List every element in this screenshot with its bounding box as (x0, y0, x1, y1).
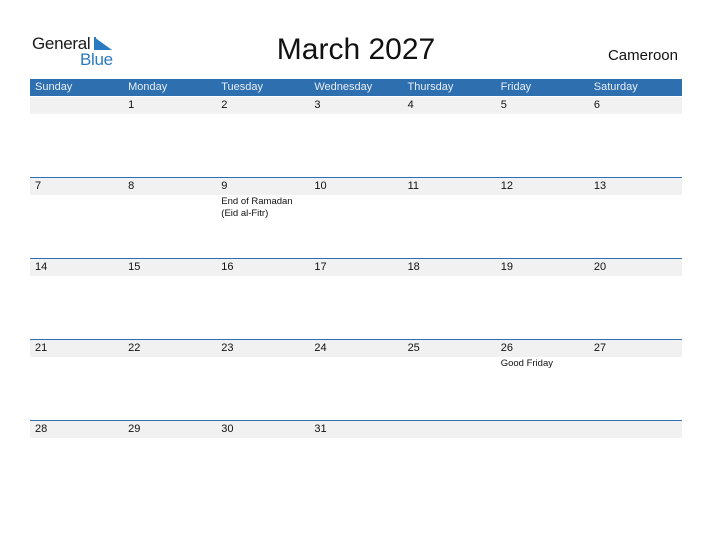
day-cell: 17 (309, 259, 402, 340)
weekday-tuesday: Tuesday (221, 81, 264, 93)
day-number: 17 (314, 261, 327, 273)
holiday-label: Good Friday (500, 358, 553, 369)
day-cell: 3 (309, 97, 402, 178)
weekday-friday: Friday (500, 81, 532, 93)
day-number: 7 (35, 180, 42, 192)
day-cell: 20 (589, 259, 682, 340)
day-cell: 24 (309, 340, 402, 421)
day-number: 9 (221, 180, 228, 192)
day-cell: 22 (123, 340, 216, 421)
week-row: 21 22 23 24 25 26 Good Friday 27 (30, 339, 682, 421)
day-cell: 15 (123, 259, 216, 340)
day-number: 29 (128, 423, 141, 435)
day-number: 6 (593, 99, 600, 111)
weekday-wednesday: Wednesday (314, 81, 373, 93)
day-number: 14 (35, 261, 48, 273)
day-number: 25 (407, 342, 420, 354)
day-cell: 11 (403, 178, 496, 259)
day-number: 5 (500, 99, 507, 111)
weekday-thursday: Thursday (407, 81, 454, 93)
day-number: 3 (314, 99, 321, 111)
day-cell: 5 (496, 97, 589, 178)
day-number: 23 (221, 342, 234, 354)
day-number: 4 (407, 99, 414, 111)
day-cell: 28 (30, 421, 123, 502)
day-cell: 18 (403, 259, 496, 340)
week-row: 7 8 9 End of Ramadan (Eid al-Fitr) 10 11 12 13 (30, 177, 682, 259)
weekday-sunday: Sunday (35, 81, 73, 93)
day-cell: 6 (589, 97, 682, 178)
day-cell (589, 421, 682, 502)
day-number: 11 (407, 180, 419, 192)
day-cell: 29 (123, 421, 216, 502)
day-number: 22 (128, 342, 141, 354)
day-number: 20 (593, 261, 607, 273)
day-cell: 4 (403, 97, 496, 178)
day-cell: 31 (309, 421, 402, 502)
weekday-header: Sunday Monday Tuesday Wednesday Thursday… (30, 79, 682, 96)
day-cell: 21 (30, 340, 123, 421)
day-number: 1 (128, 99, 135, 111)
country-label: Cameroon (607, 47, 678, 64)
day-cell: 25 (403, 340, 496, 421)
day-number: 16 (221, 261, 234, 273)
day-cell: 27 (589, 340, 682, 421)
day-cell: 23 (216, 340, 309, 421)
day-cell: 19 (496, 259, 589, 340)
day-cell: 10 (309, 178, 402, 259)
day-cell: 26 Good Friday (496, 340, 589, 421)
day-cell: 30 (216, 421, 309, 502)
day-number: 12 (500, 180, 513, 192)
day-number: 26 (500, 342, 513, 354)
week-row: 1 2 3 4 5 6 (30, 97, 682, 178)
day-number: 2 (221, 99, 228, 111)
day-cell: 8 (123, 178, 216, 259)
day-cell: 12 (496, 178, 589, 259)
day-number: 19 (500, 261, 513, 273)
day-number: 8 (128, 180, 135, 192)
day-number: 10 (314, 180, 327, 192)
day-cell (496, 421, 589, 502)
day-cell: 13 (589, 178, 682, 259)
holiday-label: End of Ramadan (Eid al-Fitr) (221, 196, 293, 219)
day-cell (403, 421, 496, 502)
day-cell: 9 End of Ramadan (Eid al-Fitr) (216, 178, 309, 259)
day-number: 15 (128, 261, 141, 273)
day-cell: 1 (123, 97, 216, 178)
day-number: 13 (593, 180, 607, 192)
day-cell: 16 (216, 259, 309, 340)
week-row: 14 15 16 17 18 19 20 (30, 258, 682, 340)
day-cell: 2 (216, 97, 309, 178)
day-cell: 14 (30, 259, 123, 340)
day-number: 28 (35, 423, 48, 435)
day-number: 18 (407, 261, 420, 273)
day-number: 31 (314, 423, 327, 435)
day-number: 27 (593, 342, 607, 354)
day-number: 24 (314, 342, 327, 354)
day-cell (30, 97, 123, 178)
day-number: 30 (221, 423, 234, 435)
day-number: 21 (35, 342, 48, 354)
page-title: March 2027 (276, 33, 436, 66)
weekday-saturday: Saturday (593, 81, 638, 93)
day-cell: 7 (30, 178, 123, 259)
week-row: 28 29 30 31 (30, 420, 682, 502)
weekday-monday: Monday (128, 81, 168, 93)
